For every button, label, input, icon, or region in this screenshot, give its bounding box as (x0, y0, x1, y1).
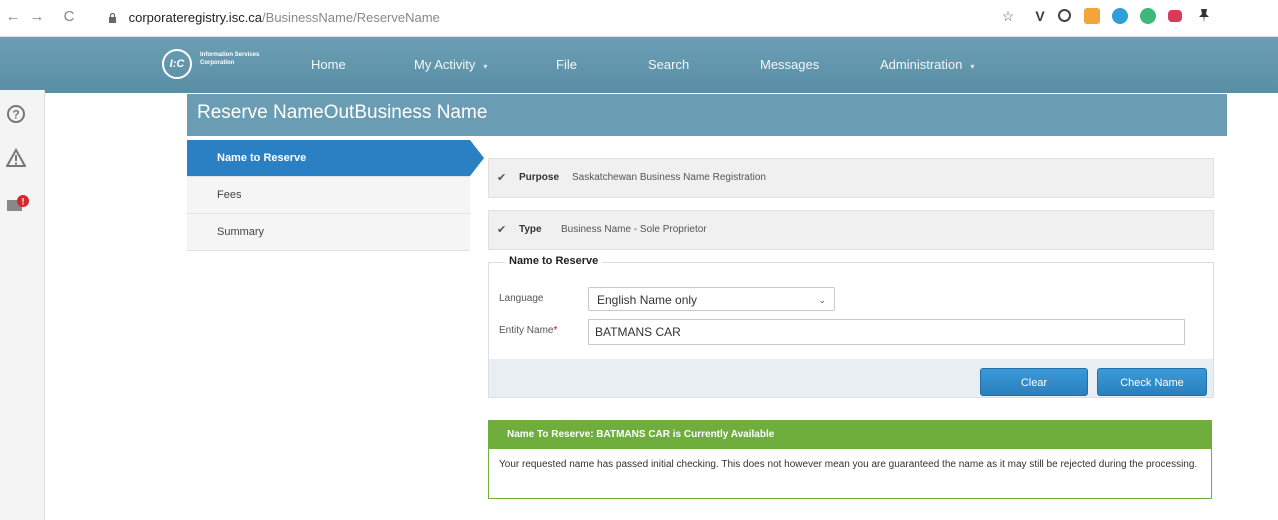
reserve-name-form: ✔ Purpose Saskatchewan Business Name Reg… (488, 158, 1214, 398)
bookmark-star-icon[interactable]: ☆ (1000, 8, 1016, 24)
browser-toolbar: ← → C corporateregistry.isc.ca/BusinessN… (0, 0, 1278, 37)
required-marker: * (553, 325, 558, 336)
lock-icon (109, 13, 116, 23)
extension-pocket-icon[interactable] (1168, 10, 1182, 22)
check-name-button[interactable]: Check Name (1097, 368, 1207, 396)
address-bar[interactable]: corporateregistry.isc.ca/BusinessName/Re… (108, 6, 988, 30)
top-navigation: I:C Information Services Corporation Hom… (0, 37, 1278, 93)
pin-icon[interactable] (1196, 8, 1212, 24)
url-host: corporateregistry.isc.ca (128, 10, 263, 25)
reload-button[interactable]: C (60, 7, 78, 27)
step-summary[interactable]: Summary (187, 214, 470, 251)
alert-message: Your requested name has passed initial c… (499, 459, 1198, 470)
nav-home[interactable]: Home (311, 37, 346, 93)
purpose-value: Saskatchewan Business Name Registration (572, 172, 766, 183)
type-label: Type (519, 224, 542, 235)
check-icon: ✔ (497, 224, 507, 236)
help-icon[interactable]: ? (6, 104, 26, 124)
check-icon: ✔ (497, 172, 507, 184)
svg-text:!: ! (22, 197, 25, 207)
logo-text: Information Services Corporation (200, 52, 260, 66)
warning-icon[interactable] (6, 148, 26, 168)
clear-button[interactable]: Clear (980, 368, 1088, 396)
nav-search[interactable]: Search (648, 37, 689, 93)
page-header: Reserve NameOutBusiness Name (187, 94, 1227, 136)
language-select[interactable]: English Name only ⌄ (588, 287, 835, 311)
type-value: Business Name - Sole Proprietor (561, 224, 707, 235)
nav-messages[interactable]: Messages (760, 37, 819, 93)
availability-alert: Name To Reserve: BATMANS CAR is Currentl… (488, 420, 1212, 499)
isc-logo[interactable]: I:C Information Services Corporation (162, 48, 282, 80)
wizard-steps: Name to Reserve Fees Summary (187, 140, 484, 251)
step-fees[interactable]: Fees (187, 177, 470, 214)
nav-administration[interactable]: Administration ▾ (880, 37, 974, 93)
url-path: /BusinessName/ReserveName (262, 10, 440, 25)
forward-button[interactable]: → (28, 7, 46, 27)
nav-my-activity[interactable]: My Activity ▾ (414, 37, 487, 93)
svg-text:?: ? (12, 108, 19, 122)
chevron-down-icon: ▾ (483, 62, 488, 71)
messages-icon[interactable]: ! (6, 194, 30, 214)
language-label: Language (499, 293, 544, 304)
logo-mark: I:C (162, 49, 192, 79)
alert-title: Name To Reserve: BATMANS CAR is Currentl… (489, 421, 1211, 449)
side-toolbar: ? ! (0, 90, 45, 520)
extension-v-icon[interactable]: V (1032, 8, 1048, 24)
page-title: Reserve NameOutBusiness Name (197, 102, 488, 123)
chevron-down-icon: ⌄ (818, 295, 826, 305)
chevron-down-icon: ▾ (970, 62, 975, 71)
entity-name-input[interactable] (588, 319, 1185, 345)
back-button[interactable]: ← (4, 7, 22, 27)
extension-green-icon[interactable] (1140, 8, 1156, 24)
purpose-row[interactable]: ✔ Purpose Saskatchewan Business Name Reg… (488, 158, 1214, 198)
active-step-arrow (470, 140, 484, 176)
step-name-to-reserve[interactable]: Name to Reserve (187, 140, 484, 177)
extension-orange-icon[interactable] (1084, 8, 1100, 24)
extension-blue-icon[interactable] (1112, 8, 1128, 24)
nav-file[interactable]: File (556, 37, 577, 93)
extension-circle-icon[interactable] (1058, 9, 1071, 22)
fieldset-legend: Name to Reserve (505, 255, 603, 267)
language-selected-value: English Name only (597, 293, 698, 307)
purpose-label: Purpose (519, 172, 560, 183)
type-row[interactable]: ✔ Type Business Name - Sole Proprietor (488, 210, 1214, 250)
entity-name-label: Entity Name* (499, 325, 558, 336)
